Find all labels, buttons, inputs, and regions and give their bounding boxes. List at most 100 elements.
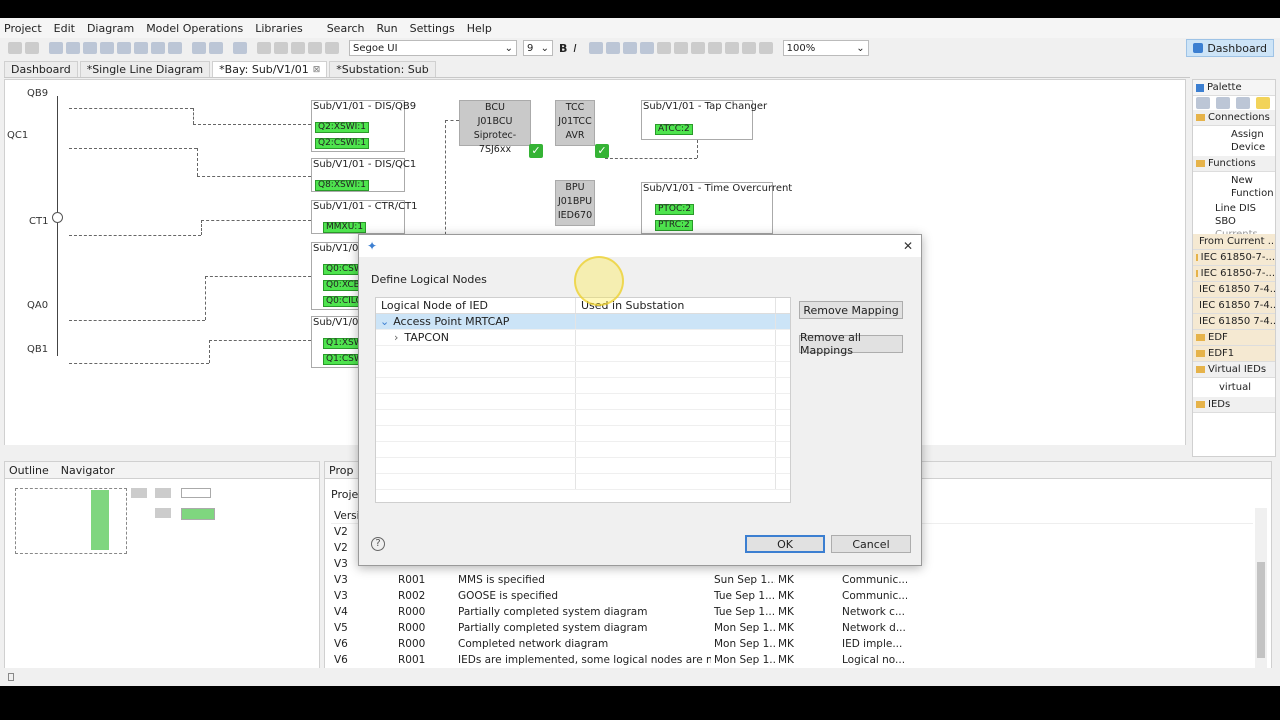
menu-model-operations[interactable]: Model Operations (146, 22, 243, 35)
toolbar-tool-icon[interactable] (758, 42, 773, 54)
table-row[interactable]: V3 R002 GOOSE is specified Tue Sep 1... MK Co… (331, 588, 1253, 604)
tree-row[interactable]: ⌄ Access Point MRTCAP (376, 314, 790, 330)
palette-drawer[interactable]: IEC 61850-7-... (1193, 266, 1275, 282)
dashboard-button[interactable]: Dashboard (1186, 39, 1274, 57)
current-transformer-symbol[interactable] (52, 212, 63, 223)
font-family-select[interactable]: Segoe UI ⌄ (349, 40, 517, 56)
toolbar-tool-icon[interactable] (233, 42, 247, 54)
save-icon[interactable] (8, 42, 22, 54)
palette-drawer-virtual-ieds[interactable]: Virtual IEDs (1193, 362, 1275, 378)
help-icon[interactable]: ? (371, 537, 385, 551)
bold-icon[interactable]: B (559, 42, 567, 55)
palette-drawer[interactable]: IEC 61850 7-4... (1193, 314, 1275, 330)
toolbar-tool-icon[interactable] (134, 42, 148, 54)
table-row[interactable]: V6 R001 IEDs are implemented, some logical… (331, 652, 1253, 668)
tab-bay[interactable]: *Bay: Sub/V1/01 ⊠ (212, 61, 328, 77)
outline-thumbnail[interactable] (11, 484, 215, 556)
italic-icon[interactable]: I (573, 42, 576, 55)
select-tool-icon[interactable] (1196, 97, 1210, 109)
menu-search[interactable]: Search (327, 22, 365, 35)
toolbar-tool-icon[interactable] (673, 42, 688, 54)
toolbar-tool-icon[interactable] (724, 42, 739, 54)
menu-diagram[interactable]: Diagram (87, 22, 134, 35)
zoom-select[interactable]: 100% ⌄ (782, 40, 869, 56)
vertical-scrollbar[interactable] (1255, 508, 1267, 676)
palette-drawer[interactable]: IEC 61850 7-4... (1193, 298, 1275, 314)
line-style-icon[interactable] (639, 42, 654, 54)
logical-node[interactable]: PTRC:2 (655, 220, 693, 231)
tab-dashboard[interactable]: Dashboard (4, 61, 78, 77)
palette-drawer[interactable]: IEC 61850-7-... (1193, 250, 1275, 266)
redo-icon[interactable] (308, 42, 322, 54)
refresh-icon[interactable] (49, 42, 63, 54)
menu-project[interactable]: Project (4, 22, 42, 35)
logical-node[interactable]: Q8:XSWI:1 (315, 180, 370, 191)
logical-node[interactable]: ATCC:2 (655, 124, 693, 135)
toolbar-tool-icon[interactable] (707, 42, 722, 54)
collapse-arrow-icon[interactable]: › (394, 331, 398, 344)
toolbar-tool-icon[interactable] (100, 42, 114, 54)
toolbar-tool-icon[interactable] (257, 42, 271, 54)
zoom-in-icon[interactable] (1216, 97, 1230, 109)
palette-drawer-functions[interactable]: Functions (1193, 156, 1275, 172)
palette-item-line-dis-sbo[interactable]: Line DIS SBO (1193, 202, 1275, 228)
palette-drawer-edf1[interactable]: EDF1 (1193, 346, 1275, 362)
toolbar-tool-icon[interactable] (83, 42, 97, 54)
table-row[interactable]: V5 R000 Partially completed system diagram… (331, 620, 1253, 636)
menu-run[interactable]: Run (377, 22, 398, 35)
fill-color-icon[interactable] (605, 42, 620, 54)
toolbar-tool-icon[interactable] (690, 42, 705, 54)
toolbar-tool-icon[interactable] (192, 42, 206, 54)
menu-help[interactable]: Help (467, 22, 492, 35)
palette-drawer-ieds[interactable]: IEDs (1193, 397, 1275, 413)
menu-edit[interactable]: Edit (54, 22, 75, 35)
column-header[interactable]: Logical Node of IED (376, 298, 576, 313)
mapping-tree-table[interactable]: Logical Node of IED Used in Substation ⌄… (375, 297, 791, 503)
expand-arrow-icon[interactable]: ⌄ (380, 315, 389, 328)
ok-button[interactable]: OK (745, 535, 825, 553)
zoom-out-icon[interactable] (1236, 97, 1250, 109)
close-tab-icon[interactable]: ⊠ (313, 65, 321, 75)
toolbar-tool-icon[interactable] (274, 42, 288, 54)
table-row[interactable]: V4 R000 Partially completed system diagram… (331, 604, 1253, 620)
palette-item-assign-device[interactable]: Assign Device (1193, 126, 1275, 156)
palette-drawer-edf[interactable]: EDF (1193, 330, 1275, 346)
cancel-button[interactable]: Cancel (831, 535, 911, 553)
logical-node[interactable]: PTOC:2 (655, 204, 695, 215)
toolbar-tool-icon[interactable] (656, 42, 671, 54)
palette-item-new-function[interactable]: New Function (1193, 172, 1275, 202)
tab-outline[interactable]: Outline (9, 464, 49, 477)
tab-navigator[interactable]: Navigator (61, 464, 115, 477)
scrollbar-thumb[interactable] (1257, 562, 1265, 658)
run-icon[interactable] (209, 42, 223, 54)
toolbar-tool-icon[interactable] (741, 42, 756, 54)
font-size-select[interactable]: 9 ⌄ (523, 40, 553, 56)
remove-mapping-button[interactable]: Remove Mapping (799, 301, 903, 319)
remove-all-mappings-button[interactable]: Remove all Mappings (799, 331, 903, 357)
palette-drawer[interactable]: From Current ... (1193, 234, 1275, 250)
toolbar-tool-icon[interactable] (117, 42, 131, 54)
palette-header[interactable]: Palette (1193, 80, 1275, 96)
logical-node[interactable]: Q2:XSWI:1 (315, 122, 370, 133)
close-icon[interactable]: ✕ (903, 239, 913, 253)
palette-drawer[interactable]: IEC 61850 7-4... (1193, 282, 1275, 298)
font-color-icon[interactable] (588, 42, 603, 54)
table-row[interactable]: V6 R000 Completed network diagram Mon Sep 1… (331, 636, 1253, 652)
undo-icon[interactable] (291, 42, 305, 54)
tab-single-line-diagram[interactable]: *Single Line Diagram (79, 61, 211, 77)
delete-icon[interactable] (66, 42, 80, 54)
palette-item-virtual[interactable]: virtual (1193, 378, 1275, 397)
logical-node[interactable]: Q2:CSWI:1 (315, 138, 370, 149)
toolbar-tool-icon[interactable] (325, 42, 339, 54)
ied-bpu[interactable]: BPU J01BPU IED670 (555, 180, 595, 226)
line-color-icon[interactable] (622, 42, 637, 54)
print-icon[interactable] (25, 42, 39, 54)
note-tool-icon[interactable] (1256, 97, 1270, 109)
menu-settings[interactable]: Settings (410, 22, 455, 35)
palette-drawer-connections[interactable]: Connections (1193, 110, 1275, 126)
tree-row[interactable]: › TAPCON (376, 330, 790, 346)
toolbar-tool-icon[interactable] (168, 42, 182, 54)
menu-libraries[interactable]: Libraries (255, 22, 303, 35)
toolbar-tool-icon[interactable] (151, 42, 165, 54)
logical-node[interactable]: MMXU:1 (323, 222, 367, 233)
